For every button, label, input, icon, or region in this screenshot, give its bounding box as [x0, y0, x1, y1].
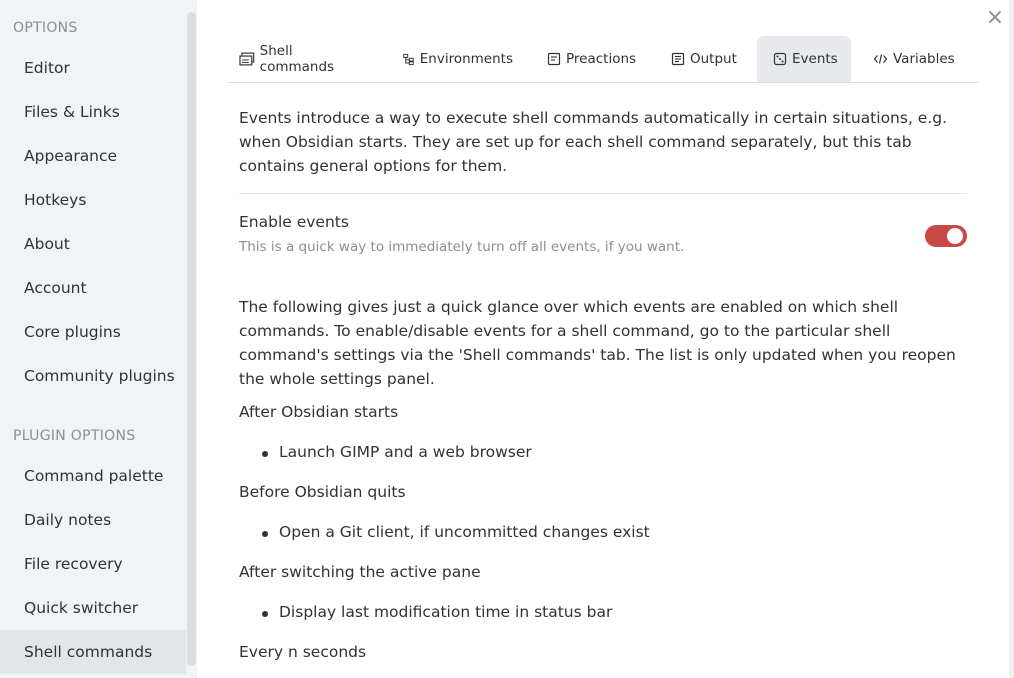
bullet-icon: [262, 451, 268, 457]
tab-label: Events: [792, 51, 838, 67]
tab-shell-commands[interactable]: Shell commands: [239, 36, 369, 82]
event-title: After Obsidian starts: [239, 403, 399, 421]
sidebar-item-community-plugins[interactable]: Community plugins: [0, 354, 186, 398]
divider: [239, 193, 967, 194]
sidebar-item-core-plugins[interactable]: Core plugins: [0, 310, 186, 354]
toggle-knob: [947, 228, 963, 244]
tab-label: Shell commands: [259, 43, 335, 75]
sidebar-item-command-palette[interactable]: Command palette: [0, 454, 186, 498]
bullet-icon: [262, 531, 268, 537]
event-title: Every n seconds: [239, 643, 367, 661]
options-heading: OPTIONS: [13, 20, 78, 36]
enable-events-description: This is a quick way to immediately turn …: [239, 239, 685, 255]
enable-events-toggle[interactable]: [925, 225, 967, 247]
sidebar-item-editor[interactable]: Editor: [0, 46, 186, 90]
form-icon: [547, 52, 561, 66]
bullet-icon: [262, 611, 268, 617]
tab-label: Environments: [419, 51, 513, 67]
sidebar-item-files-links[interactable]: Files & Links: [0, 90, 186, 134]
sidebar-item-appearance[interactable]: Appearance: [0, 134, 186, 178]
tab-bar: Shell commands Environments Preactions O…: [227, 36, 979, 83]
sidebar-item-account[interactable]: Account: [0, 266, 186, 310]
sidebar-item-about[interactable]: About: [0, 222, 186, 266]
tab-label: Output: [690, 51, 737, 67]
content-scrollbar[interactable]: [1009, 0, 1014, 678]
settings-sidebar: OPTIONS Editor Files & Links Appearance …: [0, 0, 197, 678]
sidebar-scrollbar[interactable]: [187, 12, 196, 666]
tab-preactions[interactable]: Preactions: [547, 36, 639, 82]
sidebar-item-shell-commands[interactable]: Shell commands: [0, 630, 186, 674]
events-intro-text: Events introduce a way to execute shell …: [239, 109, 948, 175]
sidebar-item-daily-notes[interactable]: Daily notes: [0, 498, 186, 542]
output-icon: [671, 52, 685, 66]
plugin-options-heading: PLUGIN OPTIONS: [13, 428, 136, 444]
tab-variables[interactable]: Variables: [873, 36, 957, 82]
sidebar-item-file-recovery[interactable]: File recovery: [0, 542, 186, 586]
tree-icon: [403, 53, 414, 65]
event-title: After switching the active pane: [239, 563, 481, 581]
tab-label: Preactions: [566, 51, 637, 67]
sidebar-item-hotkeys[interactable]: Hotkeys: [0, 178, 186, 222]
close-icon[interactable]: ×: [985, 7, 1005, 29]
event-command-item: Display last modification time in status…: [279, 603, 613, 621]
code-icon: [873, 54, 888, 64]
tab-environments[interactable]: Environments: [403, 36, 513, 82]
enable-events-label: Enable events: [239, 213, 349, 231]
tab-label: Variables: [893, 51, 955, 67]
tab-output[interactable]: Output: [671, 36, 741, 82]
tab-events[interactable]: Events: [757, 36, 851, 82]
event-title: Before Obsidian quits: [239, 483, 406, 501]
event-command-item: Open a Git client, if uncommitted change…: [279, 523, 650, 541]
dice-icon: [773, 52, 787, 66]
terminal-stack-icon: [239, 52, 255, 66]
event-command-item: Launch GIMP and a web browser: [279, 443, 532, 461]
sidebar-item-quick-switcher[interactable]: Quick switcher: [0, 586, 186, 630]
events-overview-text: The following gives just a quick glance …: [239, 298, 956, 388]
